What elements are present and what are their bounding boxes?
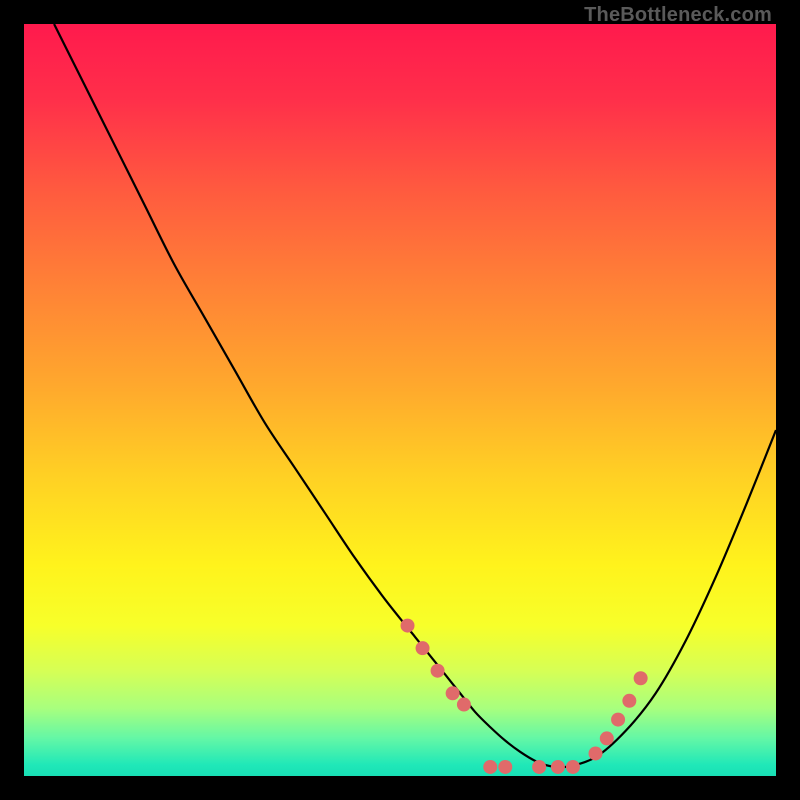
highlight-dot <box>551 760 565 774</box>
highlight-dot <box>611 713 625 727</box>
bottleneck-curve <box>54 24 776 768</box>
highlight-dot <box>457 698 471 712</box>
highlight-dot <box>446 686 460 700</box>
highlight-dot <box>416 641 430 655</box>
highlight-dots-group <box>401 619 648 774</box>
highlight-dot <box>622 694 636 708</box>
highlight-dot <box>589 746 603 760</box>
chart-container: TheBottleneck.com <box>0 0 800 800</box>
highlight-dot <box>483 760 497 774</box>
highlight-dot <box>532 760 546 774</box>
curve-layer <box>24 24 776 776</box>
plot-area <box>24 24 776 776</box>
highlight-dot <box>566 760 580 774</box>
highlight-dot <box>498 760 512 774</box>
highlight-dot <box>634 671 648 685</box>
highlight-dot <box>600 731 614 745</box>
highlight-dot <box>401 619 415 633</box>
highlight-dot <box>431 664 445 678</box>
